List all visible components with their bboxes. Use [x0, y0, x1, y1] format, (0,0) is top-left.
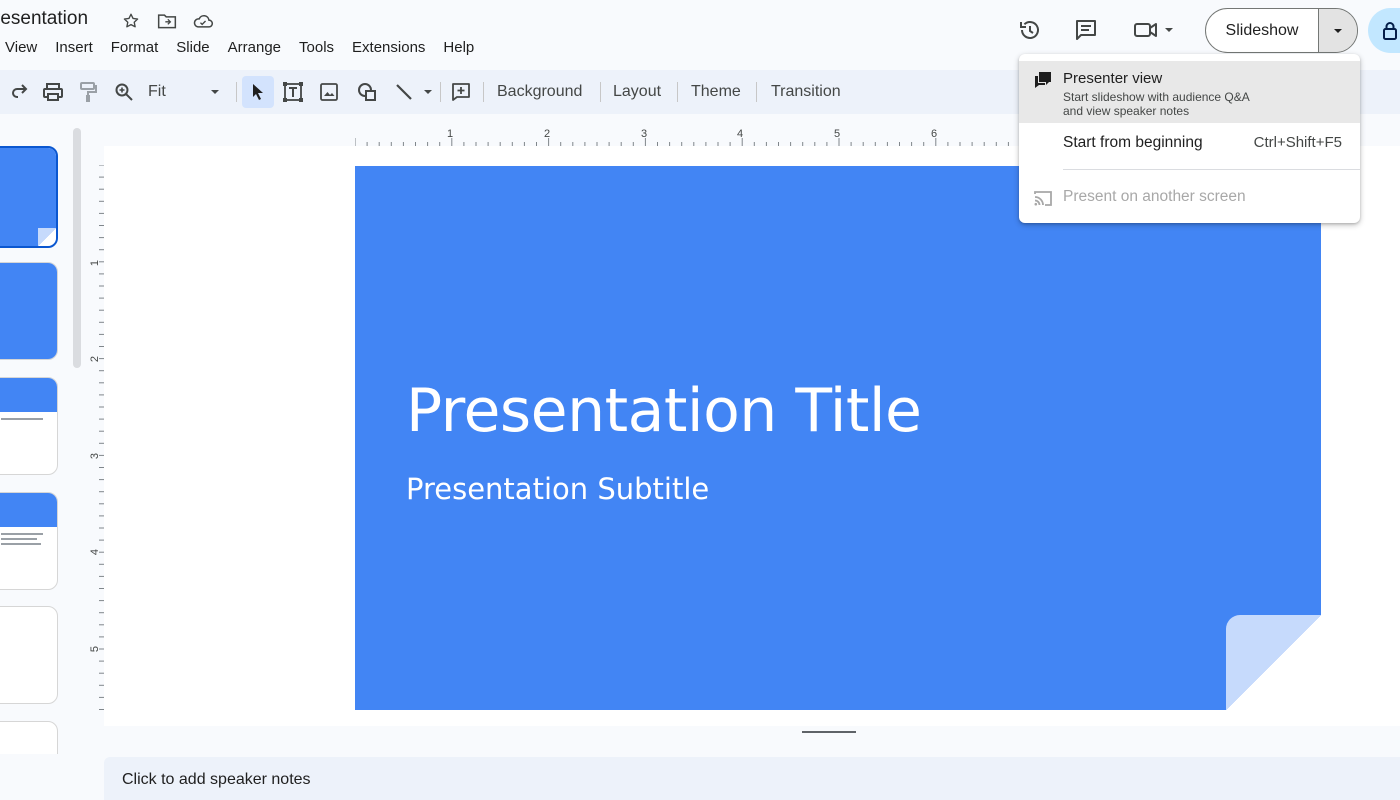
slide-thumbnail[interactable]	[0, 377, 58, 475]
lock-icon	[1383, 21, 1397, 40]
ruler-label: 2	[544, 128, 550, 140]
slide[interactable]: Presentation Title Presentation Subtitle	[355, 166, 1321, 710]
toolbar-divider	[677, 82, 678, 102]
zoom-select[interactable]: Fit	[148, 70, 226, 114]
ruler-label: 5	[834, 128, 840, 140]
print-icon	[39, 78, 67, 106]
slide-title[interactable]: Presentation Title	[406, 376, 922, 446]
ruler-label: 3	[89, 453, 101, 459]
star-icon[interactable]	[120, 10, 142, 32]
menu-extensions[interactable]: Extensions	[343, 38, 434, 58]
menu-arrange[interactable]: Arrange	[219, 38, 290, 58]
zoom-icon	[110, 78, 138, 106]
keyboard-shortcut: Ctrl+Shift+F5	[1253, 134, 1342, 151]
slide-thumbnail[interactable]	[0, 492, 58, 590]
toolbar-divider	[236, 82, 237, 102]
cursor-icon	[242, 76, 274, 108]
caret-down-icon	[211, 90, 219, 94]
vertical-ruler: 1 2 3 4 5	[89, 165, 104, 710]
presenter-view-title: Presenter view	[1063, 70, 1163, 87]
menu-bar: View Insert Format Slide Arrange Tools E…	[0, 38, 483, 58]
slide-thumbnail[interactable]	[0, 606, 58, 704]
line-icon	[390, 78, 418, 106]
menu-item-present-on-another-screen[interactable]: Present on another screen	[1019, 178, 1360, 216]
menu-view[interactable]: View	[0, 38, 46, 58]
menu-format[interactable]: Format	[102, 38, 168, 58]
slideshow-options-button[interactable]	[1319, 9, 1357, 52]
ruler-label: 5	[89, 646, 101, 652]
presenter-view-description: Start slideshow with audience Q&A and vi…	[1063, 90, 1323, 118]
ruler-label: 1	[447, 128, 453, 140]
paint-format-button[interactable]	[74, 70, 102, 114]
speaker-notes-placeholder: Click to add speaker notes	[122, 771, 311, 788]
menu-tools[interactable]: Tools	[290, 38, 343, 58]
share-button[interactable]	[1368, 8, 1400, 53]
ruler-label: 4	[737, 128, 743, 140]
cloud-status-icon[interactable]	[192, 10, 214, 32]
present-on-another-screen-label: Present on another screen	[1063, 188, 1246, 205]
zoom-button[interactable]	[110, 70, 138, 114]
transition-button[interactable]: Transition	[771, 70, 841, 114]
toolbar-divider	[600, 82, 601, 102]
description-line: and view speaker notes	[1063, 104, 1190, 118]
insert-image-button[interactable]	[315, 70, 343, 114]
menu-slide[interactable]: Slide	[167, 38, 218, 58]
horizontal-ruler: 1 2 3 4 5 6	[355, 128, 1021, 146]
menu-help[interactable]: Help	[434, 38, 483, 58]
paint-format-icon	[74, 78, 102, 106]
slide-thumbnail[interactable]	[0, 262, 58, 360]
move-folder-icon[interactable]	[156, 10, 178, 32]
shape-button[interactable]	[353, 70, 381, 114]
theme-button[interactable]: Theme	[691, 70, 741, 114]
add-comment-icon	[447, 78, 475, 106]
start-from-beginning-label: Start from beginning	[1063, 134, 1203, 151]
menu-item-presenter-view[interactable]: Presenter view Start slideshow with audi…	[1019, 61, 1360, 123]
page-curl-decoration	[1226, 615, 1321, 710]
menu-divider	[1063, 169, 1360, 170]
title-icons	[120, 10, 214, 32]
toolbar-divider	[756, 82, 757, 102]
print-button[interactable]	[39, 70, 67, 114]
menu-item-start-from-beginning[interactable]: Start from beginning Ctrl+Shift+F5	[1019, 124, 1360, 162]
ruler-label: 4	[89, 549, 101, 555]
version-history-icon[interactable]	[1010, 10, 1050, 50]
comments-icon[interactable]	[1066, 10, 1106, 50]
notes-resize-handle[interactable]	[802, 731, 856, 733]
slideshow-dropdown-menu: Presenter view Start slideshow with audi…	[1019, 54, 1360, 223]
slide-thumbnail[interactable]	[0, 146, 58, 248]
redo-button[interactable]	[6, 70, 34, 114]
presenter-view-icon	[1035, 72, 1051, 88]
slide-thumbnail[interactable]	[0, 721, 58, 754]
slideshow-button-group: Slideshow	[1205, 8, 1358, 53]
caret-down-icon	[424, 90, 432, 94]
ruler-label: 6	[931, 128, 937, 140]
ruler-label: 1	[89, 260, 101, 266]
toolbar-divider	[440, 82, 441, 102]
select-tool-button[interactable]	[242, 70, 274, 114]
line-button[interactable]	[390, 70, 436, 114]
document-title[interactable]: resentation	[0, 8, 88, 30]
image-icon	[315, 78, 343, 106]
speaker-notes[interactable]: Click to add speaker notes	[104, 757, 1400, 800]
layout-button[interactable]: Layout	[613, 70, 661, 114]
add-comment-button[interactable]	[447, 70, 475, 114]
menu-insert[interactable]: Insert	[46, 38, 102, 58]
background-button[interactable]: Background	[497, 70, 582, 114]
caret-down-icon	[1334, 28, 1342, 33]
cast-icon	[1034, 191, 1052, 206]
ruler-label: 3	[641, 128, 647, 140]
toolbar-divider	[483, 82, 484, 102]
slide-subtitle[interactable]: Presentation Subtitle	[406, 472, 709, 506]
shape-icon	[353, 78, 381, 106]
slideshow-button[interactable]: Slideshow	[1206, 9, 1319, 52]
header-tools	[1010, 10, 1178, 50]
filmstrip-scrollbar[interactable]	[73, 128, 81, 368]
text-box-icon	[279, 78, 307, 106]
meet-icon[interactable]	[1128, 10, 1178, 50]
text-box-button[interactable]	[279, 70, 307, 114]
zoom-value: Fit	[148, 83, 166, 100]
redo-icon	[6, 78, 34, 106]
ruler-label: 2	[89, 356, 101, 362]
description-line: Start slideshow with audience Q&A	[1063, 90, 1250, 104]
